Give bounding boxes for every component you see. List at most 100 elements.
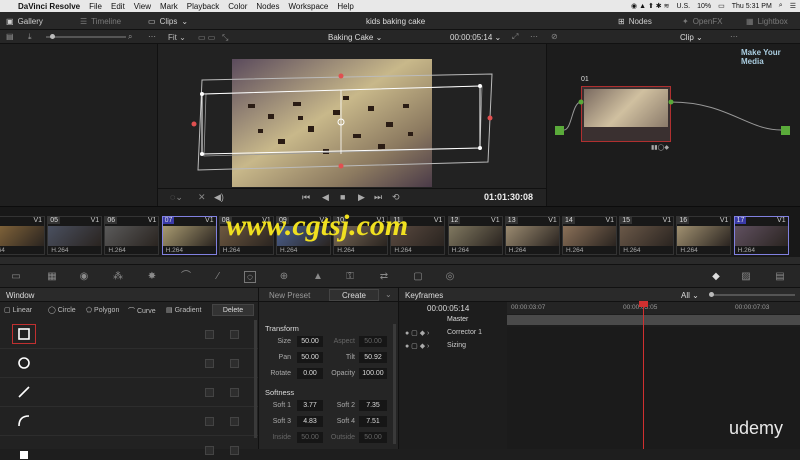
curve-tool[interactable]: ⌒ Curve xyxy=(128,306,156,316)
keyframe-ruler[interactable]: 00:00:03:07 00:00:05:05 00:00:07:03 xyxy=(507,302,800,314)
clip-thumbnail[interactable]: 07 V1 H.264 xyxy=(161,216,217,255)
shape-row-curve[interactable] xyxy=(0,407,258,436)
menu-list-icon[interactable]: ☰ xyxy=(790,2,796,10)
import-icon[interactable]: ⤓ xyxy=(28,32,32,42)
fullscreen-icon[interactable]: ⤢ xyxy=(512,32,518,42)
input-language[interactable]: U.S. xyxy=(676,3,690,10)
panel-toggle-icon[interactable]: ▤ xyxy=(6,32,14,41)
node-reset-icon[interactable]: ⊘ xyxy=(551,32,558,41)
shape-row-polygon[interactable] xyxy=(0,378,258,407)
transform-scrollbar[interactable] xyxy=(393,324,396,444)
menu-color[interactable]: Color xyxy=(228,2,247,11)
menu-view[interactable]: View xyxy=(134,2,151,11)
track-controls-icons[interactable]: ● ▢ ◆ › xyxy=(405,342,429,350)
clip-thumbnail[interactable]: V1 264 xyxy=(0,216,45,255)
loop-icon[interactable]: ⟲ xyxy=(392,192,400,203)
clip-thumbnail[interactable]: 06 V1 H.264 xyxy=(104,216,160,255)
master-track[interactable] xyxy=(507,315,800,325)
polygon-tool[interactable]: ⬠ Polygon xyxy=(86,306,119,314)
fit-dropdown[interactable]: Fit ⌄ xyxy=(168,33,186,42)
menubar-clock[interactable]: Thu 5:31 PM xyxy=(732,3,772,10)
invert-toggle[interactable] xyxy=(205,359,214,368)
lightbox-button[interactable]: ▦ Lightbox xyxy=(746,15,788,27)
scopes-icon[interactable]: ▨ xyxy=(740,271,752,283)
audio-icon[interactable]: ◀) xyxy=(214,192,224,203)
onscreen-controls-icon[interactable]: ◌⌄ xyxy=(170,192,183,203)
soft3-field[interactable]: 4.83 xyxy=(297,416,323,427)
blur-icon[interactable]: ▲ xyxy=(312,271,324,283)
gradient-tool[interactable]: ▤ Gradient xyxy=(166,306,201,314)
tracker-icon[interactable]: ⊕ xyxy=(278,271,290,283)
shape-row-circle[interactable] xyxy=(0,349,258,378)
pan-field[interactable]: 50.00 xyxy=(297,352,323,363)
thumbnail-size-slider[interactable] xyxy=(46,34,126,39)
stop-icon[interactable]: ■ xyxy=(340,192,345,202)
linear-tool[interactable]: ▢ Linear xyxy=(4,306,32,314)
camera-raw-icon[interactable]: ▭ xyxy=(10,271,22,283)
invert-toggle[interactable] xyxy=(205,330,214,339)
keyframe-filter-dropdown[interactable]: All ⌄ xyxy=(681,291,699,300)
keyframe-playhead[interactable] xyxy=(643,302,644,449)
create-button[interactable]: Create xyxy=(329,289,379,301)
battery-percent[interactable]: 10% xyxy=(697,3,711,10)
enable-toggle[interactable] xyxy=(230,388,239,397)
nodes-button[interactable]: ⊞ Nodes xyxy=(618,15,652,27)
qualifier-icon[interactable]: ⁄ xyxy=(212,271,224,283)
invert-toggle[interactable] xyxy=(205,388,214,397)
menu-file[interactable]: File xyxy=(89,2,102,11)
enable-toggle[interactable] xyxy=(230,330,239,339)
color-wheels-icon[interactable]: ◉ xyxy=(78,271,90,283)
sizing-icon[interactable]: ⇄ xyxy=(378,271,390,283)
enable-toggle[interactable] xyxy=(230,417,239,426)
clip-name-dropdown[interactable]: Baking Cake ⌄ xyxy=(328,33,382,42)
gallery-button[interactable]: ▣ Gallery xyxy=(6,15,43,27)
wipe-icon[interactable]: ⤡ xyxy=(222,33,228,43)
motion-effects-icon[interactable]: ✸ xyxy=(146,271,158,283)
keyframe-panel-icon[interactable]: ◆ xyxy=(710,271,722,283)
size-field[interactable]: 50.00 xyxy=(297,336,323,347)
inside-field[interactable]: 50.00 xyxy=(297,432,323,443)
clip-thumbnail[interactable]: 16 V1 H.264 xyxy=(676,216,732,255)
node-more-icon[interactable]: ⋯ xyxy=(730,32,738,41)
circle-tool[interactable]: ◯ Circle xyxy=(48,306,76,314)
go-to-start-icon[interactable]: ⏮ xyxy=(302,192,310,203)
playhead-marker-icon[interactable] xyxy=(639,301,648,307)
invert-toggle[interactable] xyxy=(205,417,214,426)
keyframe-zoom-slider[interactable] xyxy=(709,292,795,297)
timeline-button[interactable]: ☰ Timeline xyxy=(80,15,121,27)
clip-thumbnail[interactable]: 15 V1 H.264 xyxy=(619,216,675,255)
rgb-mixer-icon[interactable]: ⁂ xyxy=(112,271,124,283)
shape-list-scrollbar[interactable] xyxy=(254,320,257,438)
aspect-field[interactable]: 50.00 xyxy=(359,336,387,347)
track-controls-icons[interactable]: ● ▢ ◆ › xyxy=(405,329,429,337)
tilt-field[interactable]: 50.92 xyxy=(359,352,387,363)
track-row-sizing[interactable]: ● ▢ ◆ › Sizing xyxy=(399,340,507,353)
3d-icon[interactable]: ▢ xyxy=(412,271,424,283)
key-icon[interactable]: ⚿ xyxy=(344,271,356,283)
preset-chevron-down-icon[interactable]: ⌄ xyxy=(385,290,392,299)
opacity-field[interactable]: 100.00 xyxy=(359,368,387,379)
viewer-mode-icon[interactable]: ▭ ▭ xyxy=(198,33,215,42)
enable-toggle[interactable] xyxy=(230,446,239,455)
soft1-field[interactable]: 3.77 xyxy=(297,400,323,411)
clips-button[interactable]: ▭ Clips ⌄ xyxy=(148,15,188,27)
viewer-canvas[interactable] xyxy=(158,44,546,206)
color-match-icon[interactable]: ▦ xyxy=(46,271,58,283)
menu-workspace[interactable]: Workspace xyxy=(289,2,329,11)
viewer-timecode[interactable]: 00:00:05:14 ⌄ xyxy=(450,33,501,42)
bypass-icon[interactable]: ✕ xyxy=(198,192,206,203)
options-icon[interactable]: ⋯ xyxy=(148,32,156,41)
menu-help[interactable]: Help xyxy=(337,2,353,11)
delete-button[interactable]: Delete xyxy=(212,304,254,316)
node-mode-dropdown[interactable]: Clip ⌄ xyxy=(680,33,703,42)
curves-icon[interactable]: ⌒ xyxy=(180,271,192,283)
new-preset-button[interactable]: New Preset xyxy=(269,291,310,300)
clip-thumbnail[interactable]: 05 V1 H.264 xyxy=(47,216,103,255)
openfx-button[interactable]: ✦ OpenFX xyxy=(682,15,723,27)
play-icon[interactable]: ▶ xyxy=(358,192,365,203)
battery-icon[interactable]: ▭ xyxy=(718,2,725,10)
menu-nodes[interactable]: Nodes xyxy=(256,2,279,11)
outside-field[interactable]: 50.00 xyxy=(359,432,387,443)
spotlight-icon[interactable]: ⌕ xyxy=(779,2,783,10)
status-icons[interactable]: ◉ ▲ ⬆ ✱ ≋ xyxy=(631,2,669,10)
